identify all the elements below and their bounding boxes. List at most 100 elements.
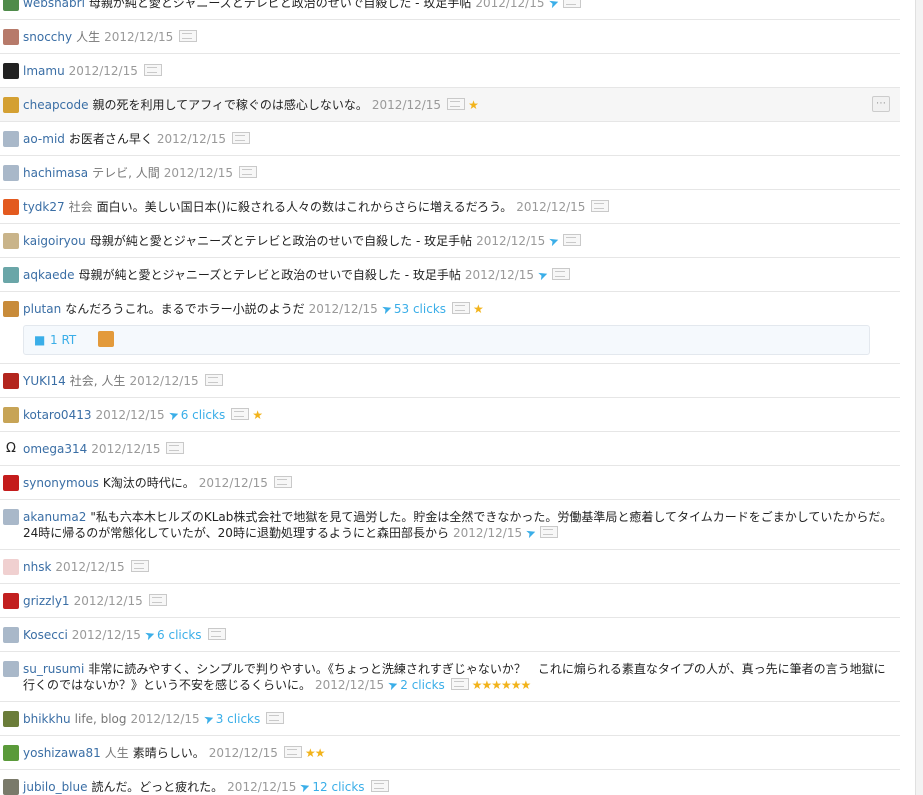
user-link[interactable]: akanuma2 xyxy=(23,510,86,524)
user-link[interactable]: snocchy xyxy=(23,30,72,44)
user-avatar[interactable] xyxy=(3,199,19,215)
tweet-clicks[interactable]: 2 clicks xyxy=(400,678,445,692)
star-icon[interactable]: ★★ xyxy=(305,746,325,760)
tweet-clicks[interactable]: 6 clicks xyxy=(157,628,202,642)
entry-page-icon[interactable] xyxy=(204,374,223,386)
user-link[interactable]: aqkaede xyxy=(23,268,74,282)
tweet-clicks[interactable]: 53 clicks xyxy=(394,302,446,316)
user-link[interactable]: YUKI14 xyxy=(23,374,66,388)
user-link[interactable]: lmamu xyxy=(23,64,65,78)
bookmark-date[interactable]: 2012/12/15 xyxy=(475,0,544,10)
twitter-bird-icon[interactable]: ➤ xyxy=(546,0,561,12)
tweet-clicks[interactable]: 6 clicks xyxy=(181,408,226,422)
bookmark-tags[interactable]: 人生 xyxy=(105,746,129,760)
entry-page-icon[interactable] xyxy=(266,712,285,724)
tweet-clicks[interactable]: 3 clicks xyxy=(216,712,261,726)
bookmark-date[interactable]: 2012/12/15 xyxy=(453,526,522,540)
user-avatar[interactable] xyxy=(3,131,19,147)
twitter-bird-icon[interactable]: ➤ xyxy=(386,676,401,694)
bookmark-tags[interactable]: life, blog xyxy=(75,712,127,726)
scrollbar[interactable] xyxy=(915,0,923,795)
twitter-bird-icon[interactable]: ➤ xyxy=(166,406,181,424)
entry-page-icon[interactable] xyxy=(166,442,185,454)
bookmark-date[interactable]: 2012/12/15 xyxy=(91,442,160,456)
bookmark-tags[interactable]: 社会 xyxy=(69,200,93,214)
user-avatar[interactable] xyxy=(3,301,19,317)
entry-page-icon[interactable] xyxy=(143,64,162,76)
bookmark-tags[interactable]: テレビ, 人間 xyxy=(92,166,160,180)
entry-page-icon[interactable] xyxy=(130,560,149,572)
user-link[interactable]: su_rusumi xyxy=(23,662,84,676)
user-avatar[interactable] xyxy=(3,0,19,11)
user-avatar[interactable] xyxy=(3,661,19,677)
entry-page-icon[interactable] xyxy=(232,132,251,144)
user-avatar[interactable] xyxy=(3,593,19,609)
user-avatar[interactable] xyxy=(3,509,19,525)
user-avatar[interactable] xyxy=(3,373,19,389)
entry-page-icon[interactable] xyxy=(591,200,610,212)
bookmark-date[interactable]: 2012/12/15 xyxy=(55,560,124,574)
entry-page-icon[interactable] xyxy=(563,234,582,246)
user-link[interactable]: yoshizawa81 xyxy=(23,746,101,760)
entry-page-icon[interactable] xyxy=(540,526,559,538)
entry-page-icon[interactable] xyxy=(148,594,167,606)
bookmark-date[interactable]: 2012/12/15 xyxy=(465,268,534,282)
bookmark-date[interactable]: 2012/12/15 xyxy=(157,132,226,146)
user-link[interactable]: plutan xyxy=(23,302,61,316)
star-icon[interactable]: ★ xyxy=(473,302,484,316)
entry-page-icon[interactable] xyxy=(562,0,581,8)
entry-page-icon[interactable] xyxy=(179,30,198,42)
user-avatar[interactable] xyxy=(3,559,19,575)
twitter-bird-icon[interactable]: ➤ xyxy=(379,300,394,318)
tweet-clicks[interactable]: 12 clicks xyxy=(312,780,364,794)
user-link[interactable]: Kosecci xyxy=(23,628,68,642)
bookmark-date[interactable]: 2012/12/15 xyxy=(72,628,141,642)
twitter-bird-icon[interactable]: ➤ xyxy=(201,710,216,728)
user-avatar[interactable]: Ω xyxy=(3,441,19,457)
entry-page-icon[interactable] xyxy=(207,628,226,640)
user-link[interactable]: websnabri xyxy=(23,0,85,10)
bookmark-date[interactable]: 2012/12/15 xyxy=(95,408,164,422)
bookmark-tags[interactable]: 社会, 人生 xyxy=(70,374,126,388)
entry-page-icon[interactable] xyxy=(283,746,302,758)
bookmark-date[interactable]: 2012/12/15 xyxy=(516,200,585,214)
user-avatar[interactable] xyxy=(3,63,19,79)
user-link[interactable]: ao-mid xyxy=(23,132,65,146)
user-link[interactable]: hachimasa xyxy=(23,166,88,180)
entry-page-icon[interactable] xyxy=(238,166,257,178)
user-avatar[interactable] xyxy=(3,267,19,283)
user-link[interactable]: synonymous xyxy=(23,476,99,490)
twitter-bird-icon[interactable]: ➤ xyxy=(524,524,539,542)
entry-page-icon[interactable] xyxy=(370,780,389,792)
user-link[interactable]: kaigoiryou xyxy=(23,234,86,248)
entry-page-icon[interactable] xyxy=(231,408,250,420)
bookmark-date[interactable]: 2012/12/15 xyxy=(164,166,233,180)
star-icon[interactable]: ★★★★★★ xyxy=(472,678,532,692)
bookmark-date[interactable]: 2012/12/15 xyxy=(69,64,138,78)
user-avatar[interactable] xyxy=(3,745,19,761)
user-link[interactable]: bhikkhu xyxy=(23,712,71,726)
entry-page-icon[interactable] xyxy=(447,98,466,110)
bookmark-date[interactable]: 2012/12/15 xyxy=(309,302,378,316)
user-avatar[interactable] xyxy=(3,233,19,249)
comment-action-button[interactable]: ⋯ xyxy=(872,96,890,112)
user-link[interactable]: grizzly1 xyxy=(23,594,70,608)
bookmark-date[interactable]: 2012/12/15 xyxy=(209,746,278,760)
entry-page-icon[interactable] xyxy=(450,678,469,690)
user-avatar[interactable] xyxy=(3,97,19,113)
entry-page-icon[interactable] xyxy=(273,476,292,488)
twitter-bird-icon[interactable]: ➤ xyxy=(143,626,158,644)
bookmark-date[interactable]: 2012/12/15 xyxy=(227,780,296,794)
bookmark-date[interactable]: 2012/12/15 xyxy=(315,678,384,692)
user-link[interactable]: kotaro0413 xyxy=(23,408,91,422)
bookmark-date[interactable]: 2012/12/15 xyxy=(372,98,441,112)
entry-page-icon[interactable] xyxy=(452,302,471,314)
user-link[interactable]: nhsk xyxy=(23,560,51,574)
bookmark-date[interactable]: 2012/12/15 xyxy=(74,594,143,608)
user-avatar[interactable] xyxy=(3,627,19,643)
bookmark-date[interactable]: 2012/12/15 xyxy=(476,234,545,248)
entry-page-icon[interactable] xyxy=(552,268,571,280)
retweeter-avatar[interactable] xyxy=(98,331,114,347)
user-link[interactable]: jubilo_blue xyxy=(23,780,88,794)
user-avatar[interactable] xyxy=(3,711,19,727)
